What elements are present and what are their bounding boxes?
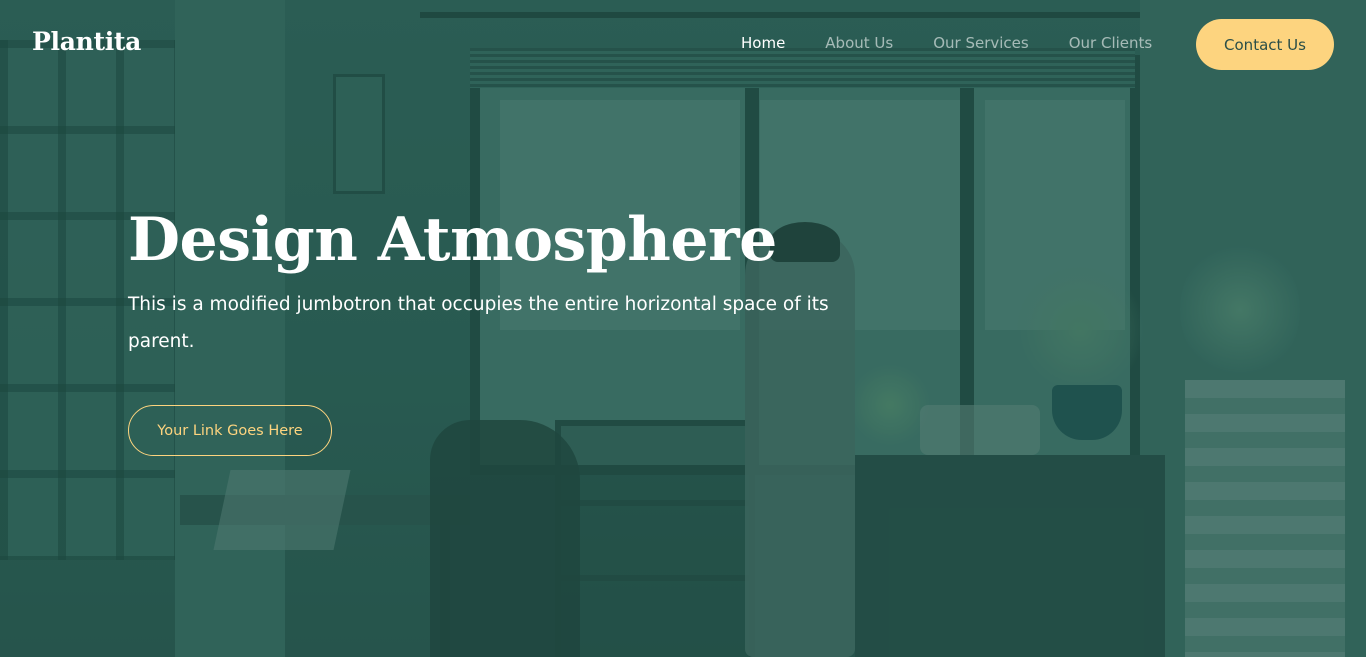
nav-link-our-services[interactable]: Our Services bbox=[933, 34, 1029, 52]
hero-subtitle: This is a modified jumbotron that occupi… bbox=[128, 294, 829, 352]
contact-us-button[interactable]: Contact Us bbox=[1196, 19, 1334, 70]
navbar: Plantita Home About Us Our Services Our … bbox=[0, 0, 1366, 90]
nav-link-about-us[interactable]: About Us bbox=[825, 34, 893, 52]
nav-link-home[interactable]: Home bbox=[741, 34, 785, 52]
hero-link-button[interactable]: Your Link Goes Here bbox=[128, 405, 332, 456]
brand-logo[interactable]: Plantita bbox=[32, 27, 141, 56]
jumbotron: Design Atmosphere This is a modified jum… bbox=[128, 200, 868, 456]
nav-link-our-clients[interactable]: Our Clients bbox=[1069, 34, 1153, 52]
hero-title: Design Atmosphere bbox=[128, 205, 777, 275]
nav-links: Home About Us Our Services Our Clients bbox=[741, 34, 1192, 52]
